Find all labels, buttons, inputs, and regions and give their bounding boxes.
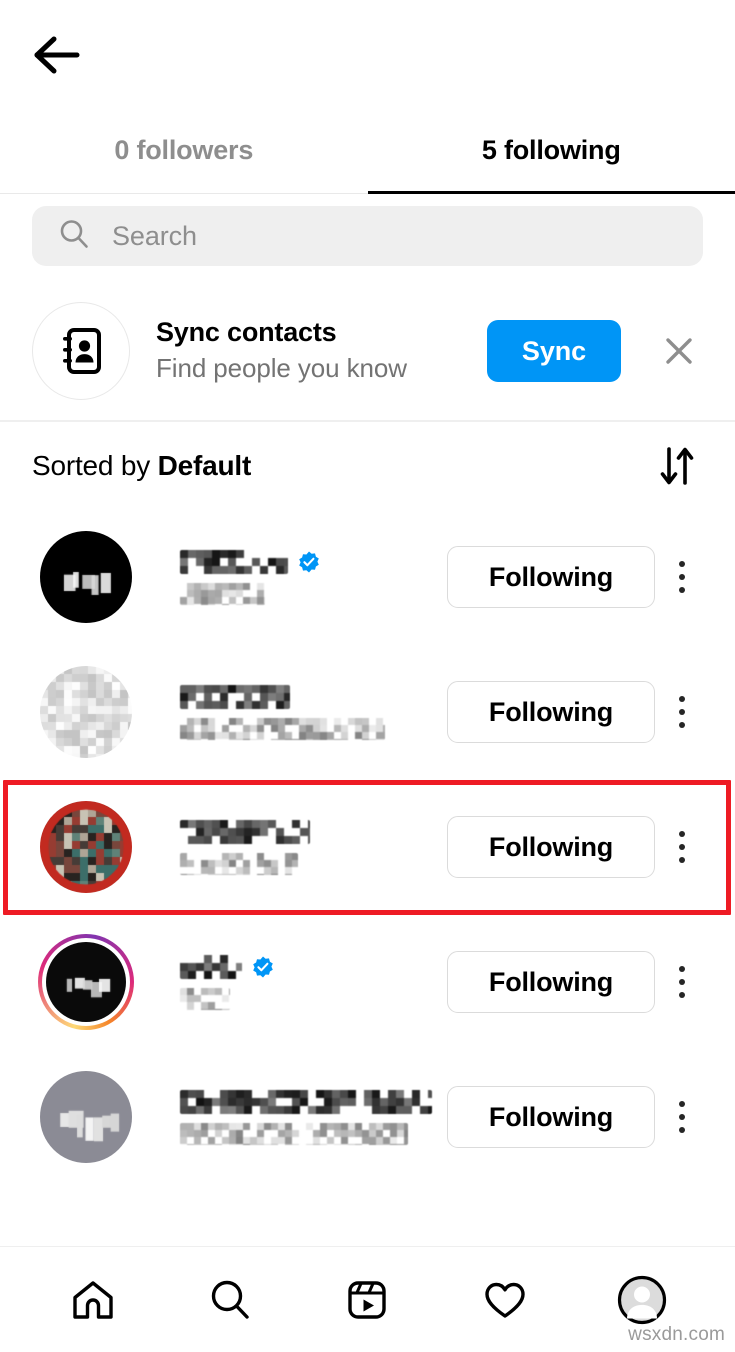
verified-badge-icon — [251, 955, 275, 979]
sort-arrows-glyph — [660, 446, 694, 485]
sort-arrows-icon[interactable] — [651, 440, 703, 492]
user-texts — [134, 819, 447, 875]
kebab-dot — [679, 587, 685, 593]
close-icon[interactable] — [653, 325, 705, 377]
close-glyph — [666, 338, 692, 364]
sort-value: Default — [157, 449, 252, 481]
sort-bar: Sorted by Default — [0, 422, 735, 510]
watermark: wsxdn.com — [628, 1324, 725, 1345]
sync-contacts-subtitle: Find people you know — [156, 353, 407, 384]
verified-glyph — [299, 551, 319, 572]
kebab-dot — [679, 857, 685, 863]
user-row[interactable]: Following — [0, 645, 735, 780]
tab-following-underline — [367, 190, 735, 194]
sort-prefix: Sorted by — [32, 449, 158, 481]
instagram-following-screen: 0 followers 5 following Search Sync cont… — [0, 0, 735, 1352]
sync-contacts-banner: Sync contacts Find people you know Sync — [0, 282, 735, 420]
fullname-redacted — [180, 583, 447, 605]
top-bar — [0, 0, 735, 110]
kebab-dot — [679, 574, 685, 580]
story-ring — [38, 934, 134, 1030]
following-button[interactable]: Following — [447, 546, 655, 608]
kebab-menu-icon[interactable] — [655, 1087, 709, 1147]
user-row[interactable]: Following — [0, 915, 735, 1050]
tab-followers-underline — [0, 192, 368, 194]
search-glyph — [60, 219, 88, 248]
user-texts — [134, 684, 447, 740]
username-redacted — [180, 954, 447, 979]
fullname-redacted — [180, 1123, 447, 1145]
kebab-dot — [679, 722, 685, 728]
back-arrow-icon[interactable] — [28, 27, 84, 83]
sort-label[interactable]: Sorted by Default — [32, 450, 251, 482]
kebab-dot — [679, 696, 685, 702]
following-button[interactable]: Following — [447, 1086, 655, 1148]
following-button[interactable]: Following — [447, 681, 655, 743]
contact-book-icon — [32, 302, 130, 400]
user-row[interactable]: Following — [0, 510, 735, 645]
fullname-redacted — [180, 853, 447, 875]
username-redacted — [180, 819, 447, 844]
tab-followers-label: 0 followers — [114, 134, 254, 165]
user-texts — [134, 1089, 447, 1145]
kebab-dot — [679, 709, 685, 715]
avatar[interactable] — [38, 529, 134, 625]
kebab-dot — [679, 1101, 685, 1107]
reels-glyph — [348, 1280, 387, 1319]
kebab-menu-icon[interactable] — [655, 952, 709, 1012]
username-redacted — [180, 684, 447, 709]
kebab-dot — [679, 966, 685, 972]
tab-bar: 0 followers 5 following — [0, 110, 735, 194]
following-button[interactable]: Following — [447, 951, 655, 1013]
kebab-menu-icon[interactable] — [655, 817, 709, 877]
contact-book-glyph — [63, 328, 101, 374]
avatar[interactable] — [38, 934, 134, 1030]
verified-badge-icon — [297, 550, 321, 574]
fullname-redacted — [180, 988, 447, 1010]
tab-followers[interactable]: 0 followers — [0, 110, 368, 194]
sync-contacts-title: Sync contacts — [156, 316, 337, 347]
nav-activity-heart-icon[interactable] — [465, 1260, 545, 1340]
search-section: Search — [0, 194, 735, 282]
user-row[interactable]: Following — [0, 780, 735, 915]
username-redacted — [180, 1089, 447, 1114]
profile-avatar-glyph — [618, 1275, 667, 1324]
following-button[interactable]: Following — [447, 816, 655, 878]
search-icon — [58, 218, 90, 255]
tab-following-label: 5 following — [481, 134, 621, 165]
back-arrow-glyph — [34, 36, 80, 74]
avatar[interactable] — [38, 1069, 134, 1165]
user-texts — [134, 549, 447, 605]
search-placeholder: Search — [112, 220, 197, 251]
home-glyph — [72, 1280, 113, 1319]
following-list: Following Following Following Following Foll… — [0, 510, 735, 1247]
verified-glyph — [253, 956, 273, 977]
kebab-dot — [679, 1114, 685, 1120]
kebab-menu-icon[interactable] — [655, 682, 709, 742]
kebab-dot — [679, 844, 685, 850]
nav-home-icon[interactable] — [53, 1260, 133, 1340]
avatar[interactable] — [38, 664, 134, 760]
avatar[interactable] — [38, 799, 134, 895]
search-glyph — [211, 1280, 249, 1319]
nav-search-icon[interactable] — [190, 1260, 270, 1340]
user-texts — [134, 954, 447, 1010]
kebab-menu-icon[interactable] — [655, 547, 709, 607]
kebab-dot — [679, 1127, 685, 1133]
fullname-redacted — [180, 718, 447, 740]
story-ring-inner — [42, 938, 130, 1026]
kebab-dot — [679, 561, 685, 567]
heart-glyph — [485, 1282, 525, 1318]
username-redacted — [180, 549, 447, 574]
nav-reels-icon[interactable] — [327, 1260, 407, 1340]
bottom-navigation-bar — [0, 1246, 735, 1352]
kebab-dot — [679, 831, 685, 837]
sync-contacts-texts: Sync contacts Find people you know — [152, 316, 465, 387]
tab-following[interactable]: 5 following — [367, 110, 735, 194]
sync-button[interactable]: Sync — [487, 320, 621, 382]
user-row[interactable]: Following — [0, 1050, 735, 1185]
kebab-dot — [679, 992, 685, 998]
kebab-dot — [679, 979, 685, 985]
search-input[interactable]: Search — [32, 206, 703, 266]
